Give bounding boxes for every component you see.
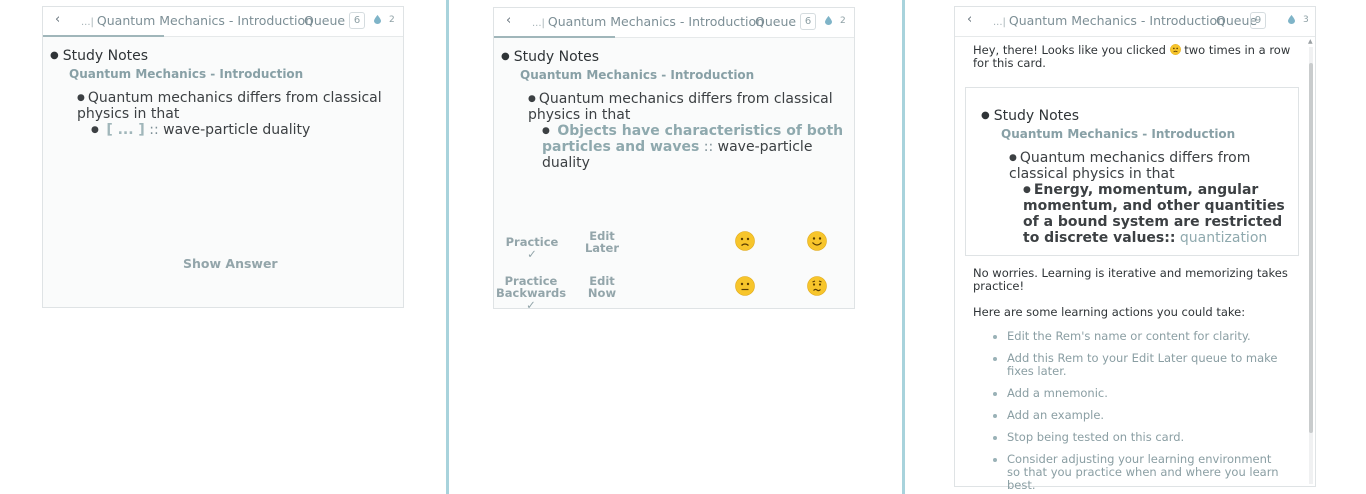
breadcrumb[interactable]: ...| Quantum Mechanics - Introduction: [81, 13, 313, 28]
neutral-face-icon[interactable]: [735, 276, 755, 296]
answer-line-3: of a bound system are restricted: [1023, 214, 1283, 230]
study-notes-label: Study Notes: [62, 48, 149, 64]
scrollbar-thumb[interactable]: [1309, 63, 1313, 433]
repeat-click-text-c: for this card.: [973, 56, 1046, 70]
question-text: ● Quantum mechanics differs from classica…: [1009, 150, 1251, 182]
edit-now-button[interactable]: Edit Now: [580, 275, 624, 299]
scroll-up-arrow-icon[interactable]: ▲: [1308, 38, 1313, 45]
study-notes-bullet[interactable]: ● Study Notes: [501, 49, 599, 65]
queue-label: Queue: [304, 13, 346, 28]
drop-count: 2: [840, 16, 846, 26]
repeat-click-text-a: Hey, there! Looks like you clicked: [973, 43, 1166, 57]
back-chevron-icon[interactable]: ‹: [967, 12, 972, 27]
flashcard-panel-answer: ‹ ...| Quantum Mechanics - Introduction Q…: [493, 7, 855, 311]
repeat-click-text-b: two times in a row: [1184, 43, 1291, 57]
back-chevron-icon[interactable]: ‹: [55, 12, 60, 27]
smile-face-icon[interactable]: [807, 231, 827, 251]
question-line-2: physics in that: [77, 106, 180, 122]
back-chevron-icon[interactable]: ‹: [506, 13, 511, 28]
queue-topbar: ‹ ...| Quantum Mechanics - Introduction Q…: [494, 8, 854, 38]
study-notes-label: Study Notes: [993, 108, 1080, 124]
edit-later-label-2: Later: [584, 241, 620, 255]
frown-face-icon[interactable]: [735, 231, 755, 251]
action-edit-rem[interactable]: Edit the Rem's name or content for clari…: [991, 330, 1287, 343]
answer-line-2: momentum, and other quantities: [1023, 198, 1285, 214]
queue-progress-bar: [494, 36, 615, 38]
water-drop-icon: [1288, 15, 1295, 24]
show-answer-button[interactable]: Show Answer: [183, 256, 278, 271]
question-text: ● Quantum mechanics differs from classica…: [77, 90, 382, 122]
question-line-1: Quantum mechanics differs from classical: [538, 91, 833, 107]
breadcrumb-ellipsis: ...|: [532, 18, 545, 29]
practice-backwards-button[interactable]: Practice Backwards ✓: [496, 275, 566, 311]
breadcrumb-ellipsis: ...|: [993, 17, 1006, 28]
back-text: quantization: [1179, 230, 1268, 246]
queue-count-badge: 6: [800, 13, 816, 30]
no-worries-message: No worries. Learning is iterative and me…: [973, 267, 1293, 293]
question-line-1: Quantum mechanics differs from: [1019, 150, 1251, 166]
action-stop-testing[interactable]: Stop being tested on this card.: [991, 431, 1287, 444]
learning-actions-list: Edit the Rem's name or content for clari…: [991, 330, 1287, 494]
answer-line-1: Objects have characteristics of both: [557, 123, 844, 139]
action-add-edit-later[interactable]: Add this Rem to your Edit Later queue to…: [991, 352, 1287, 378]
queue-count-badge: 9: [1250, 12, 1266, 29]
answer-line-4: to discrete values::: [1023, 230, 1176, 246]
flashcard-panel-feedback: ‹ ...| Quantum Mechanics - Introduction Q…: [954, 6, 1316, 492]
queue-topbar: ‹ ...| Quantum Mechanics - Introduction Q…: [43, 7, 403, 37]
answer-text: ● Objects have characteristics of both p…: [542, 123, 844, 171]
question-line-1: Quantum mechanics differs from classical: [87, 90, 382, 106]
question-line-2: classical physics in that: [1009, 166, 1175, 182]
action-add-example[interactable]: Add an example.: [991, 409, 1287, 422]
question-text: ● Quantum mechanics differs from classica…: [528, 91, 833, 123]
study-notes-bullet[interactable]: ● Study Notes: [50, 48, 148, 64]
breadcrumb-ellipsis: ...|: [81, 17, 94, 28]
edit-later-button[interactable]: Edit Later: [580, 230, 624, 254]
study-notes-label: Study Notes: [513, 49, 600, 65]
document-title[interactable]: Quantum Mechanics - Introduction: [69, 67, 303, 81]
document-title[interactable]: Quantum Mechanics - Introduction: [520, 68, 754, 82]
water-drop-icon: [825, 16, 832, 25]
queue-label: Queue: [755, 14, 797, 29]
queue-progress-bar: [43, 35, 164, 37]
worried-face-icon[interactable]: [807, 276, 827, 296]
flashcard-panel-question: ‹ ...| Quantum Mechanics - Introduction Q…: [42, 6, 404, 308]
action-add-mnemonic[interactable]: Add a mnemonic.: [991, 387, 1287, 400]
drop-count: 3: [1303, 15, 1309, 25]
panel-divider-left: [446, 0, 449, 494]
panel-divider-right: [902, 0, 905, 494]
actions-intro: Here are some learning actions you could…: [973, 305, 1246, 319]
frown-face-icon: [1169, 44, 1181, 55]
action-adjust-environment[interactable]: Consider adjusting your learning environ…: [991, 453, 1287, 492]
cloze-blank: [ ... ]: [106, 122, 145, 138]
separator: ::: [149, 122, 159, 138]
answer-text: ● Energy, momentum, angular momentum, and…: [1023, 182, 1285, 246]
queue-topbar: ‹ ...| Quantum Mechanics - Introduction Q…: [955, 7, 1315, 37]
drop-count: 2: [389, 15, 395, 25]
water-drop-icon: [374, 15, 381, 24]
repeat-click-message: Hey, there! Looks like you clicked two t…: [973, 44, 1303, 70]
no-worries-line-2: practice!: [973, 279, 1025, 293]
back-text: wave-particle duality: [163, 122, 311, 138]
breadcrumb[interactable]: ...| Quantum Mechanics - Introduction: [993, 13, 1225, 28]
breadcrumb-document: Quantum Mechanics - Introduction: [547, 14, 765, 29]
no-worries-line-1: No worries. Learning is iterative and me…: [973, 266, 1288, 280]
answer-line-2: particles and waves: [542, 139, 700, 155]
document-title[interactable]: Quantum Mechanics - Introduction: [1001, 127, 1235, 141]
question-line-2: physics in that: [528, 107, 631, 123]
practice-button[interactable]: Practice ✓: [503, 236, 561, 260]
cloze-line: ● [ ... ] :: wave-particle duality: [91, 122, 311, 138]
breadcrumb[interactable]: ...| Quantum Mechanics - Introduction: [532, 14, 764, 29]
edit-now-label-2: Now: [587, 286, 617, 300]
queue-count-badge: 6: [349, 12, 365, 29]
study-notes-bullet: ● Study Notes: [981, 108, 1080, 124]
breadcrumb-document: Quantum Mechanics - Introduction: [1008, 13, 1226, 28]
practice-backwards-label-2: Backwards ✓: [496, 286, 567, 312]
answer-line-1: Energy, momentum, angular: [1033, 182, 1259, 198]
separator: ::: [703, 139, 714, 155]
card-preview: ● Study Notes Quantum Mechanics - Introdu…: [965, 87, 1299, 256]
breadcrumb-document: Quantum Mechanics - Introduction: [96, 13, 314, 28]
